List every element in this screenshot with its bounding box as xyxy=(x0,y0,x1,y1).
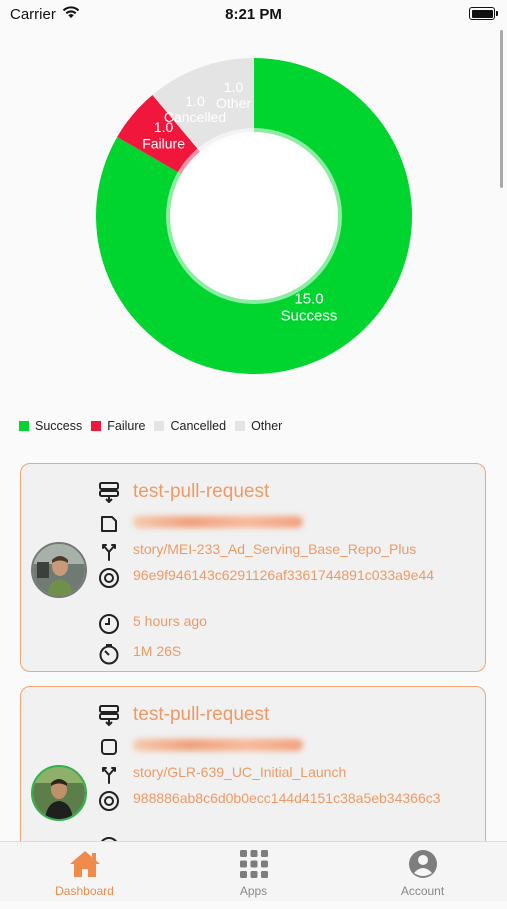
legend-item-failure: Failure xyxy=(91,419,145,433)
duration-row: 1M 26S xyxy=(97,642,473,666)
tab-label-apps: Apps xyxy=(239,884,268,898)
avatar xyxy=(31,765,87,821)
legend-item-other: Other xyxy=(235,419,282,433)
user-icon xyxy=(408,848,438,880)
home-icon xyxy=(68,848,102,880)
status-bar: Carrier 8:21 PM xyxy=(0,0,507,30)
timer-icon xyxy=(97,642,121,666)
legend-label-cancelled: Cancelled xyxy=(170,419,227,433)
commit-hash: 988886ab8c6d0b0ecc144d4151c38a5eb34366c3 xyxy=(133,790,441,806)
legend-label-success: Success xyxy=(35,419,83,433)
workflow-icon xyxy=(97,703,121,727)
chart-legend: Success Failure Cancelled Other xyxy=(19,419,291,433)
tab-bar: Dashboard Apps Account xyxy=(0,841,507,901)
legend-swatch-cancelled xyxy=(154,421,165,431)
legend-swatch-other xyxy=(235,421,246,431)
commit-row: 96e9f946143c6291126af3361744891c033a9e44 xyxy=(97,566,473,590)
branch-row: story/MEI-233_Ad_Serving_Base_Repo_Plus xyxy=(97,540,473,564)
build-duration: 1M 26S xyxy=(133,643,182,659)
commit-message-row xyxy=(97,735,303,759)
message-icon xyxy=(97,512,121,536)
legend-item-success: Success xyxy=(19,419,82,433)
battery-icon xyxy=(469,7,498,20)
branch-row: story/GLR-639_UC_Initial_Launch xyxy=(97,763,473,787)
workflow-row: test-pull-request xyxy=(97,703,473,727)
redacted-commit-message xyxy=(133,516,303,528)
branch-icon xyxy=(97,763,121,787)
legend-label-other: Other xyxy=(251,419,283,433)
build-status-donut-chart: 15.0 Success1.0 Failure1.0 Cancelled1.0 Othe… xyxy=(95,58,413,374)
legend-label-failure: Failure xyxy=(107,419,146,433)
tab-dashboard[interactable]: Dashboard xyxy=(0,842,169,901)
commit-icon xyxy=(97,566,121,590)
message-icon xyxy=(97,735,121,759)
workflow-icon xyxy=(97,480,121,504)
workflow-row: test-pull-request xyxy=(97,480,473,504)
clock: 8:21 PM xyxy=(225,6,282,23)
commit-hash: 96e9f946143c6291126af3361744891c033a9e44 xyxy=(133,567,435,583)
branch-name: story/GLR-639_UC_Initial_Launch xyxy=(133,764,347,780)
tab-label-account: Account xyxy=(400,884,445,898)
avatar xyxy=(31,542,87,598)
tab-account[interactable]: Account xyxy=(338,842,507,901)
redacted-commit-message xyxy=(133,739,303,751)
legend-item-cancelled: Cancelled xyxy=(154,419,226,433)
tab-apps[interactable]: Apps xyxy=(169,842,338,901)
workflow-name[interactable]: test-pull-request xyxy=(133,703,473,727)
legend-swatch-failure xyxy=(91,421,102,431)
build-card[interactable]: test-pull-request story/MEI-233_Ad_Servi… xyxy=(20,463,486,672)
triggered-time: 5 hours ago xyxy=(133,613,207,629)
commit-message-row xyxy=(97,512,303,536)
grid-icon xyxy=(239,848,269,880)
workflow-name[interactable]: test-pull-request xyxy=(133,480,473,504)
commit-icon xyxy=(97,789,121,813)
donut-hole xyxy=(174,136,334,296)
tab-label-dashboard: Dashboard xyxy=(55,884,114,898)
branch-icon xyxy=(97,540,121,564)
branch-name: story/MEI-233_Ad_Serving_Base_Repo_Plus xyxy=(133,541,417,557)
triggered-row: 5 hours ago xyxy=(97,612,473,636)
legend-swatch-success xyxy=(19,421,29,431)
commit-row: 988886ab8c6d0b0ecc144d4151c38a5eb34366c3 xyxy=(97,789,473,813)
clock-icon xyxy=(97,612,121,636)
